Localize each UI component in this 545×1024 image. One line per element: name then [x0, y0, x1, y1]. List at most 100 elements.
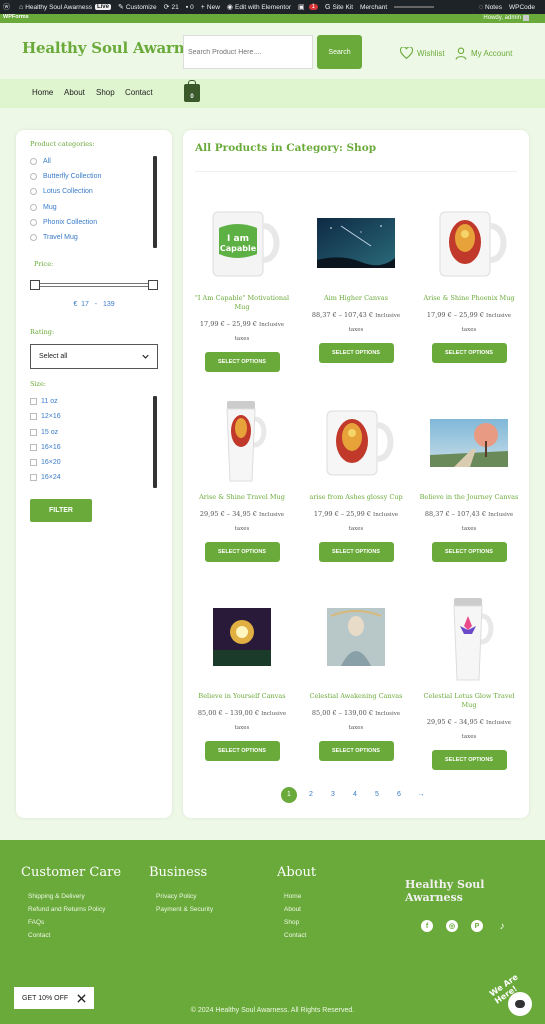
admin-seo[interactable]: ▣ 1: [298, 3, 318, 11]
page-5[interactable]: 5: [369, 787, 385, 803]
category-all[interactable]: All: [30, 158, 51, 165]
select-options-button[interactable]: SELECT OPTIONS: [431, 542, 507, 562]
admin-new[interactable]: + New: [201, 4, 220, 11]
product-image[interactable]: [197, 397, 287, 487]
checkbox[interactable]: [30, 429, 37, 436]
select-options-button[interactable]: SELECT OPTIONS: [431, 343, 507, 363]
search-input[interactable]: [183, 35, 313, 69]
categories-scrollbar[interactable]: [153, 156, 157, 248]
chat-icon[interactable]: [508, 992, 532, 1016]
pinterest-icon[interactable]: P: [471, 920, 483, 932]
checkbox[interactable]: [30, 444, 37, 451]
select-options-button[interactable]: SELECT OPTIONS: [318, 343, 394, 363]
nav-item-shop[interactable]: Shop: [96, 88, 115, 97]
price-max-handle[interactable]: [148, 280, 158, 290]
product-name[interactable]: Believe in Yourself Canvas: [187, 692, 297, 701]
footer-link-refund[interactable]: Refund and Returns Policy: [28, 906, 105, 913]
product-image[interactable]: [311, 397, 401, 487]
footer-link-shipping[interactable]: Shipping & Delivery: [28, 893, 85, 900]
price-slider[interactable]: [30, 280, 158, 290]
price-min-handle[interactable]: [30, 280, 40, 290]
footer-link-contact-2[interactable]: Contact: [284, 932, 306, 939]
admin-notes[interactable]: ◌ Notes: [479, 4, 502, 11]
radio-button[interactable]: [30, 204, 37, 211]
size-16x16[interactable]: 16×16: [30, 444, 61, 451]
footer-link-privacy[interactable]: Privacy Policy: [156, 893, 196, 900]
product-image[interactable]: [424, 596, 514, 686]
footer-link-shop[interactable]: Shop: [284, 919, 299, 926]
product-name[interactable]: "I Am Capable" Motivational Mug: [187, 294, 297, 312]
product-image[interactable]: [197, 596, 287, 686]
page-6[interactable]: 6: [391, 787, 407, 803]
howdy-admin[interactable]: Howdy, admin: [483, 15, 521, 21]
close-icon[interactable]: [77, 993, 86, 1003]
product-name[interactable]: arise from Ashes glossy Cup: [301, 493, 411, 502]
category-mug[interactable]: Mug: [30, 204, 57, 211]
category-travel-mug[interactable]: Travel Mug: [30, 234, 78, 241]
discount-promo[interactable]: GET 10% OFF: [14, 987, 94, 1009]
page-1[interactable]: 1: [281, 787, 297, 803]
size-16x24[interactable]: 16×24: [30, 474, 61, 481]
checkbox[interactable]: [30, 398, 37, 405]
size-15oz[interactable]: 15 oz: [30, 429, 58, 436]
size-11oz[interactable]: 11 oz: [30, 398, 58, 405]
filter-button[interactable]: FILTER: [30, 499, 92, 522]
select-options-button[interactable]: SELECT OPTIONS: [204, 352, 280, 372]
product-image[interactable]: [311, 596, 401, 686]
product-image[interactable]: [424, 397, 514, 487]
size-16x20[interactable]: 16×20: [30, 459, 61, 466]
checkbox[interactable]: [30, 459, 37, 466]
page-2[interactable]: 2: [303, 787, 319, 803]
footer-link-contact[interactable]: Contact: [28, 932, 50, 939]
avatar[interactable]: [523, 15, 529, 21]
product-name[interactable]: Celestial Awakening Canvas: [301, 692, 411, 701]
admin-comments[interactable]: ▪ 0: [186, 4, 194, 11]
product-name[interactable]: Arise & Shine Travel Mug: [187, 493, 297, 502]
select-options-button[interactable]: SELECT OPTIONS: [318, 741, 394, 761]
admin-merchant[interactable]: Merchant: [360, 4, 387, 11]
wishlist-link[interactable]: Wishlist: [400, 47, 445, 59]
admin-customize[interactable]: ✎ Customize: [118, 3, 157, 12]
select-options-button[interactable]: SELECT OPTIONS: [431, 750, 507, 770]
footer-link-about[interactable]: About: [284, 906, 301, 913]
product-name[interactable]: Celestial Lotus Glow Travel Mug: [414, 692, 524, 710]
page-4[interactable]: 4: [347, 787, 363, 803]
search-button[interactable]: Search: [317, 35, 362, 69]
rating-select[interactable]: Select all: [30, 344, 158, 369]
size-12x16[interactable]: 12×16: [30, 413, 61, 420]
admin-edit-elementor[interactable]: ◉ Edit with Elementor: [227, 3, 291, 12]
admin-updates[interactable]: ⟳ 21: [164, 3, 179, 12]
tiktok-icon[interactable]: ♪: [496, 920, 508, 932]
instagram-icon[interactable]: ◎: [446, 920, 458, 932]
nav-item-contact[interactable]: Contact: [125, 88, 153, 97]
select-options-button[interactable]: SELECT OPTIONS: [204, 542, 280, 562]
select-options-button[interactable]: SELECT OPTIONS: [204, 741, 280, 761]
admin-site-name[interactable]: ⌂ Healthy Soul Awarness Live: [19, 4, 111, 11]
footer-link-payment[interactable]: Payment & Security: [156, 906, 213, 913]
radio-button[interactable]: [30, 173, 37, 180]
select-options-button[interactable]: SELECT OPTIONS: [318, 542, 394, 562]
product-name[interactable]: Aim Higher Canvas: [301, 294, 411, 303]
footer-logo[interactable]: Healthy Soul Awarness: [405, 878, 545, 904]
checkbox[interactable]: [30, 474, 37, 481]
sizes-scrollbar[interactable]: [153, 396, 157, 488]
radio-button[interactable]: [30, 188, 37, 195]
checkbox[interactable]: [30, 413, 37, 420]
product-name[interactable]: Believe in the Journey Canvas: [414, 493, 524, 502]
product-image[interactable]: [424, 198, 514, 288]
footer-link-home[interactable]: Home: [284, 893, 301, 900]
category-butterfly[interactable]: Butterfly Collection: [30, 173, 101, 180]
page-3[interactable]: 3: [325, 787, 341, 803]
product-image[interactable]: I am Capable: [197, 198, 287, 288]
category-lotus[interactable]: Lotus Collection: [30, 188, 93, 195]
wordpress-logo-icon[interactable]: ⓦ: [3, 2, 12, 12]
facebook-icon[interactable]: f: [421, 920, 433, 932]
nav-item-about[interactable]: About: [64, 88, 85, 97]
radio-button[interactable]: [30, 158, 37, 165]
my-account-link[interactable]: My Account: [455, 47, 512, 60]
product-name[interactable]: Arise & Shine Phoenix Mug: [414, 294, 524, 303]
radio-button[interactable]: [30, 234, 37, 241]
category-phonix[interactable]: Phonix Collection: [30, 219, 97, 226]
nav-item-home[interactable]: Home: [32, 88, 53, 97]
next-page-arrow-icon[interactable]: →: [413, 787, 429, 803]
